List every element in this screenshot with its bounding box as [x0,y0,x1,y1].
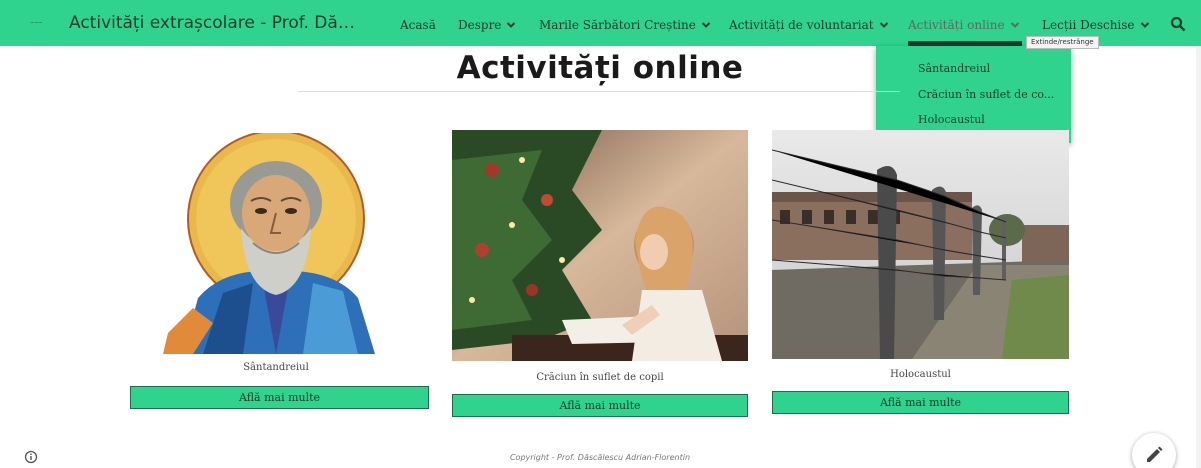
card-image-holocaustul[interactable] [772,130,1069,359]
site-title[interactable]: Activități extrașcolare - Prof. Dăsc... [69,13,359,35]
nav-item-voluntariat[interactable]: Activități de voluntariat [729,16,889,34]
nav-item-label: Activități de voluntariat [729,18,874,32]
nav-item-label: Marile Sărbători Creștine [539,18,696,32]
edit-button[interactable] [1132,433,1176,468]
card-image-craciun[interactable] [452,130,748,361]
card-image-santandreiul[interactable] [153,133,399,354]
card-caption-craciun: Crăciun în suflet de copil [536,372,664,383]
barbed-wire-fence-image [772,130,1069,359]
chevron-down-icon[interactable] [879,20,889,30]
top-navbar: ~~~ Activități extrașcolare - Prof. Dăsc… [0,0,1201,46]
nav-item-lectii-deschise[interactable]: Lecții Deschise [1042,16,1150,34]
nav-item-label: Despre [458,18,502,32]
info-icon[interactable] [24,450,38,464]
nav-item-marile-sarbatori[interactable]: Marile Sărbători Creștine [539,16,711,34]
site-logo[interactable]: ~~~ [30,21,50,26]
dropdown-item-craciun[interactable]: Crăciun în suflet de co... [918,88,1066,101]
nav-item-acasa[interactable]: Acasă [400,16,436,34]
chevron-down-icon[interactable] [1140,20,1150,30]
chevron-down-icon[interactable] [1010,20,1020,30]
page-title: Activități online [456,50,744,86]
card-caption-holocaustul: Holocaustul [890,369,951,380]
search-icon[interactable] [1170,16,1186,32]
card-caption-santandreiul: Sântandreiul [243,362,309,373]
dropdown-item-holocaustul[interactable]: Holocaustul [918,113,1066,126]
nav-item-despre[interactable]: Despre [458,16,516,34]
nav-item-label: Activități online [908,18,1005,32]
page-scrollbar[interactable] [1196,46,1201,468]
dropdown-item-santandreiul[interactable]: Sântandreiul [918,62,1066,75]
pencil-icon [1147,446,1163,462]
christmas-child-image [452,130,748,361]
nav-item-activitati-online[interactable]: Activități online [908,16,1020,34]
footer-copyright: Copyright - Prof. Dăscălescu Adrian-Flor… [509,453,691,462]
afla-mai-multe-button[interactable]: Află mai multe [130,386,429,409]
nav-item-label: Acasă [400,18,436,32]
title-divider [298,91,900,92]
expand-collapse-tooltip: Extinde/restrânge [1026,36,1099,49]
saint-andrew-icon-image [153,133,399,354]
afla-mai-multe-button[interactable]: Află mai multe [452,394,748,417]
activitati-online-dropdown: Sântandreiul Crăciun în suflet de co... … [876,46,1071,143]
nav-item-label: Lecții Deschise [1042,18,1135,32]
afla-mai-multe-button[interactable]: Află mai multe [772,391,1069,414]
chevron-down-icon[interactable] [701,20,711,30]
chevron-down-icon[interactable] [506,20,516,30]
